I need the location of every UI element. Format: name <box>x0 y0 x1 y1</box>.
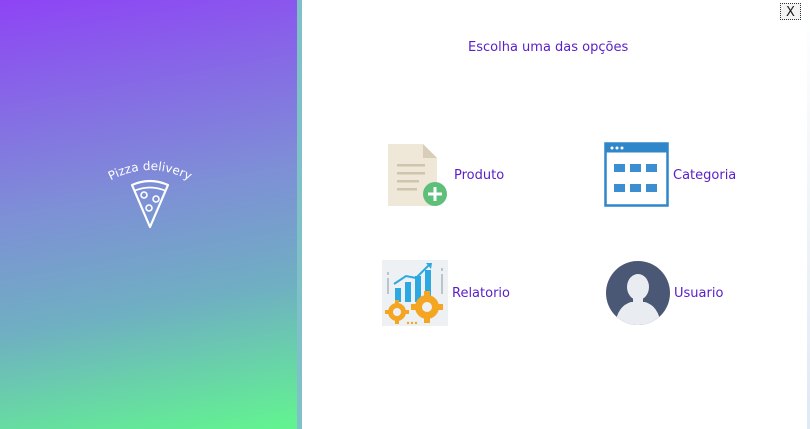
option-label: Relatorio <box>452 286 510 301</box>
sidebar-brand-panel: Pizza delivery <box>0 0 297 429</box>
grid-window-icon <box>604 142 669 207</box>
main-panel <box>302 0 810 429</box>
logo-text: Pizza delivery <box>106 159 194 183</box>
option-label: Produto <box>454 168 505 183</box>
pizza-logo-icon: Pizza delivery <box>106 159 194 229</box>
user-avatar-icon <box>606 261 670 325</box>
option-label: Categoria <box>673 168 737 183</box>
option-relatorio[interactable]: Relatorio <box>382 260 517 326</box>
page-title: Escolha uma das opções <box>468 40 629 55</box>
option-categoria[interactable]: Categoria <box>604 142 744 208</box>
close-button[interactable]: X <box>780 3 801 20</box>
option-usuario[interactable]: Usuario <box>605 260 735 326</box>
option-label: Usuario <box>674 286 724 301</box>
document-add-icon <box>388 144 447 206</box>
option-produto[interactable]: Produto <box>385 142 515 208</box>
chart-gears-icon <box>382 260 448 326</box>
svg-text:Pizza delivery: Pizza delivery <box>106 159 194 183</box>
